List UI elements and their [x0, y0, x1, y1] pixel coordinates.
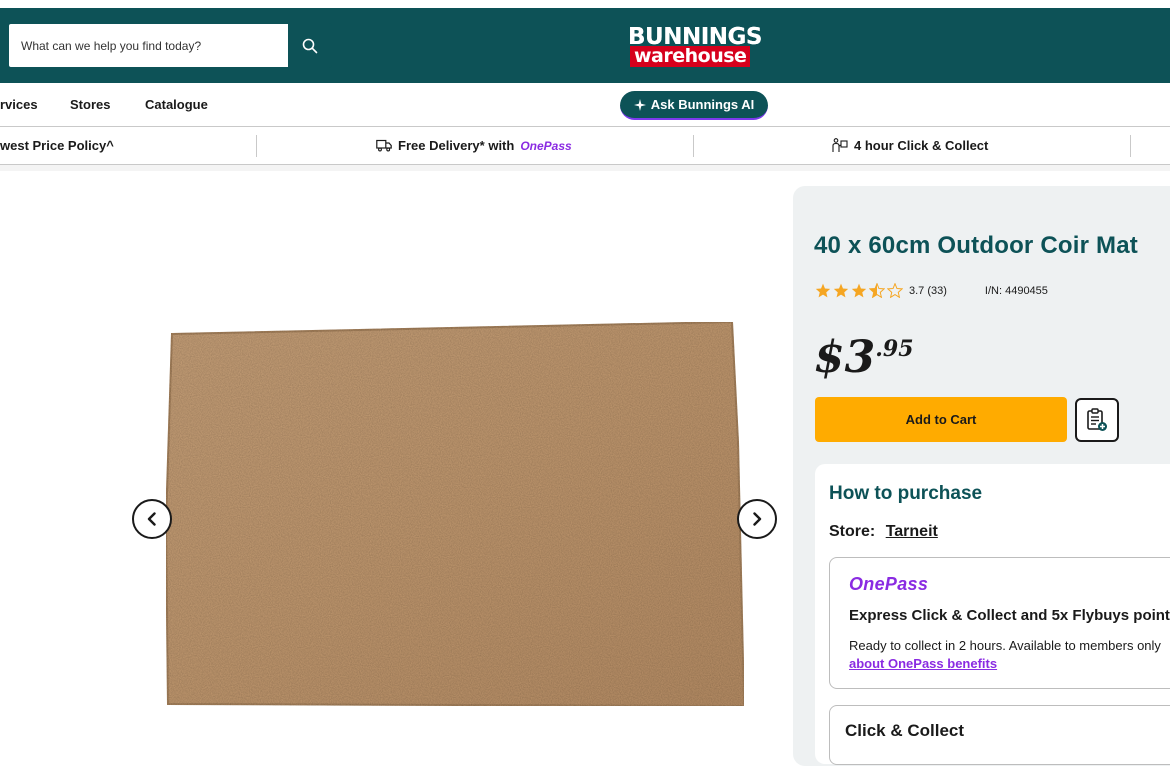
ask-ai-label: Ask Bunnings AI [650, 97, 755, 112]
item-number: I/N: 4490455 [984, 284, 1048, 297]
search-bar [8, 23, 332, 68]
product-price: $3 .95 [814, 334, 914, 382]
chevron-left-icon [147, 512, 156, 526]
onepass-benefits-link[interactable]: about OnePass benefits [849, 656, 997, 671]
star-icon [815, 283, 831, 298]
price-cents: .95 [875, 336, 914, 362]
top-strip [0, 0, 1170, 8]
express-collect-text: Express Click & Collect and 5x Flybuys p… [849, 607, 1170, 624]
click-collect-title: Click & Collect [845, 721, 965, 740]
product-title: 40 x 60cm Outdoor Coir Mat [814, 232, 1138, 259]
usp-divider [256, 135, 257, 157]
gallery-next-button[interactable] [737, 499, 777, 539]
star-half-icon [869, 283, 885, 298]
onepass-logo: OnePass [849, 574, 929, 594]
store-label: Store: [829, 523, 876, 540]
product-image[interactable] [166, 322, 744, 708]
chevron-right-icon [753, 512, 762, 526]
nav-item-stores[interactable]: Stores [70, 97, 110, 112]
add-to-list-icon [1087, 408, 1107, 431]
sparkle-icon [633, 98, 646, 111]
search-button[interactable] [287, 24, 331, 67]
rating-row: 3.7 (33) I/N: 4490455 [815, 283, 1048, 298]
how-to-purchase-heading: How to purchase [829, 483, 983, 504]
star-icon [851, 283, 867, 298]
nav-item-catalogue[interactable]: Catalogue [145, 97, 208, 112]
rating-count[interactable]: 3.7 (33) [909, 285, 947, 297]
store-link[interactable]: Tarneit [886, 523, 938, 540]
main-nav: rvices Stores Catalogue Ask Bunnings AI [0, 83, 1170, 127]
search-input[interactable] [9, 24, 287, 67]
usp-click-collect-label: 4 hour Click & Collect [854, 138, 989, 153]
usp-click-collect[interactable]: 4 hour Click & Collect [832, 138, 988, 153]
delivery-truck-icon [376, 139, 392, 152]
star-empty-icon [887, 283, 903, 298]
click-collect-icon [832, 138, 848, 152]
gallery-prev-button[interactable] [132, 499, 172, 539]
usp-divider [1130, 135, 1131, 157]
add-to-cart-button[interactable]: Add to Cart [815, 397, 1067, 442]
usp-price-policy-label: west Price Policy^ [0, 138, 114, 153]
onepass-inline-logo: OnePass [520, 138, 572, 153]
usp-divider [693, 135, 694, 157]
usp-price-policy[interactable]: west Price Policy^ [0, 138, 114, 153]
search-icon [302, 38, 317, 53]
star-icon [833, 283, 849, 298]
nav-item-services[interactable]: rvices [0, 97, 38, 112]
logo-bottom-text: warehouse [630, 46, 751, 67]
bunnings-logo[interactable]: BUNNINGS warehouse [628, 25, 762, 75]
usp-free-delivery[interactable]: Free Delivery* with OnePass [376, 138, 572, 153]
usp-bar: west Price Policy^ Free Delivery* with O… [0, 127, 1170, 165]
site-header: BUNNINGS warehouse [0, 8, 1170, 83]
ready-to-collect-text: Ready to collect in 2 hours. Available t… [849, 638, 1161, 653]
add-to-list-button[interactable] [1075, 398, 1119, 442]
rating-stars[interactable] [815, 283, 903, 298]
usp-delivery-label: Free Delivery* with [398, 138, 515, 153]
price-dollars: $3 [814, 332, 876, 383]
store-row: Store: Tarneit [829, 523, 938, 541]
ask-ai-button[interactable]: Ask Bunnings AI [620, 91, 768, 120]
